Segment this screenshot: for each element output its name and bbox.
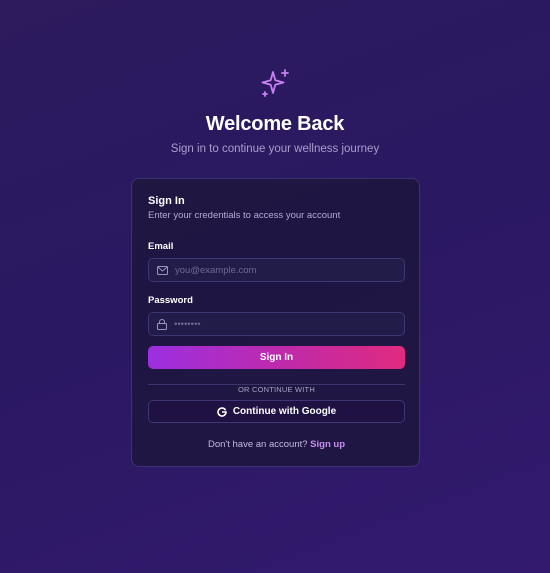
google-signin-button[interactable]: Continue with Google: [148, 400, 405, 423]
card-title: Sign In: [148, 195, 185, 207]
password-input[interactable]: [174, 318, 394, 330]
password-field[interactable]: [148, 312, 405, 336]
signup-prompt: Don't have an account? Sign up: [132, 439, 421, 450]
mail-icon: [157, 265, 168, 275]
sign-in-button[interactable]: Sign In: [148, 346, 405, 369]
signin-card: Sign In Enter your credentials to access…: [131, 178, 420, 467]
signup-prompt-text: Don't have an account?: [208, 439, 308, 450]
email-input[interactable]: [175, 264, 395, 276]
page-title: Welcome Back: [205, 113, 345, 135]
signup-link[interactable]: Sign up: [310, 439, 345, 450]
email-field[interactable]: [148, 258, 405, 282]
password-label: Password: [148, 295, 193, 306]
lock-icon: [157, 318, 167, 330]
sparkles-icon: [261, 69, 289, 97]
google-icon: [217, 406, 227, 417]
google-button-label: Continue with Google: [232, 406, 337, 417]
email-label: Email: [148, 241, 174, 252]
divider-text: OR CONTINUE WITH: [233, 385, 320, 394]
page-subtitle: Sign in to continue your wellness journe…: [170, 143, 380, 155]
divider: OR CONTINUE WITH: [132, 379, 421, 397]
card-description: Enter your credentials to access your ac…: [148, 210, 341, 221]
